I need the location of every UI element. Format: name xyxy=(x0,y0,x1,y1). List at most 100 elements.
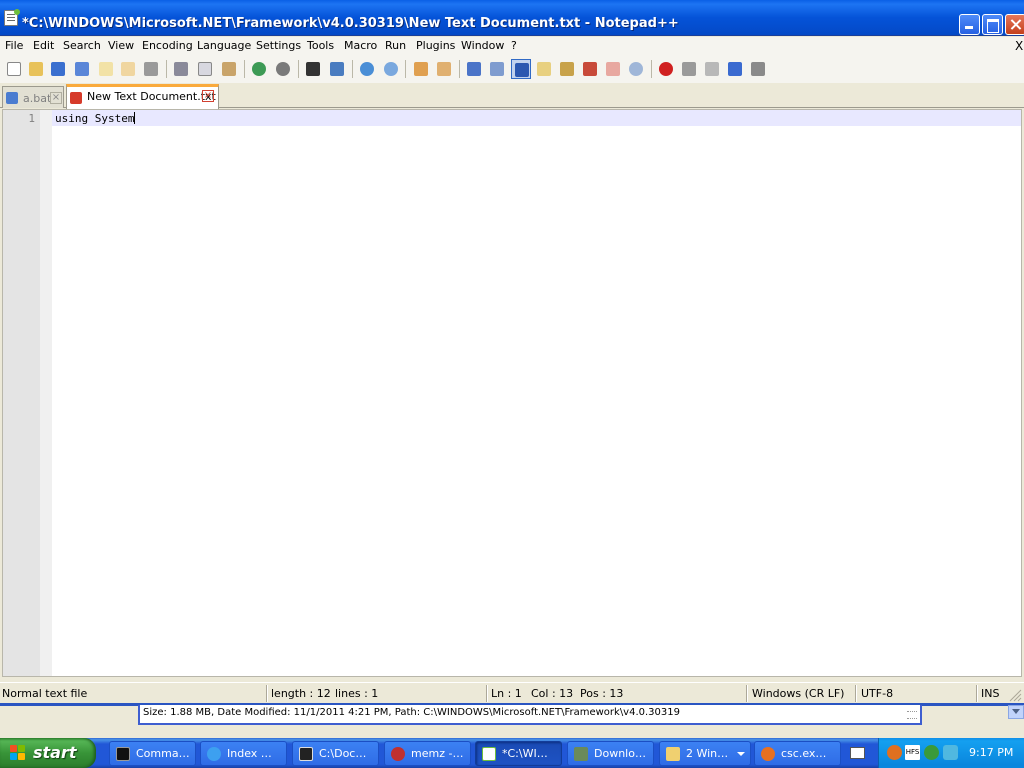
background-window-strip: Size: 1.88 MB, Date Modified: 11/1/2011 … xyxy=(0,703,1024,739)
status-bar: Normal text file length : 12 lines : 1 L… xyxy=(0,682,1024,703)
function-list-icon[interactable] xyxy=(580,59,600,79)
zoom-out-icon[interactable] xyxy=(381,59,401,79)
taskbar-item-downloads[interactable]: Downlo… xyxy=(567,741,654,766)
play-macro-icon[interactable] xyxy=(702,59,722,79)
search-tray-icon[interactable] xyxy=(887,745,902,760)
resize-grip-icon[interactable] xyxy=(1008,688,1022,702)
clock[interactable]: 9:17 PM xyxy=(969,746,1013,759)
tab-a-bat[interactable]: a.bat × xyxy=(2,86,64,108)
sync-vertical-icon[interactable] xyxy=(411,59,431,79)
show-all-chars-icon[interactable] xyxy=(487,59,507,79)
hfs-icon[interactable]: HFS xyxy=(905,745,920,760)
status-divider xyxy=(266,685,268,702)
toolbar-separator xyxy=(166,60,167,78)
taskbar-item-label: Index … xyxy=(227,747,272,760)
taskbar-item-label: csc.ex… xyxy=(781,747,827,760)
save-macro-icon[interactable] xyxy=(748,59,768,79)
keyboard-icon[interactable] xyxy=(850,747,865,759)
tab-bar: a.bat × New Text Document.txt × xyxy=(0,83,1024,109)
status-column: Col : 13 xyxy=(531,687,574,700)
taskbar-item-explorer-group[interactable]: 2 Win… xyxy=(659,741,751,766)
menu-window[interactable]: Window xyxy=(461,39,504,52)
stop-record-icon[interactable] xyxy=(679,59,699,79)
minimize-button[interactable] xyxy=(959,14,980,35)
menu-settings[interactable]: Settings xyxy=(256,39,301,52)
status-eol: Windows (CR LF) xyxy=(752,687,845,700)
menu-plugins[interactable]: Plugins xyxy=(416,39,455,52)
code-line[interactable]: using System xyxy=(55,112,136,125)
line-number: 1 xyxy=(28,112,35,125)
save-all-icon[interactable] xyxy=(72,59,92,79)
taskbar-item-memz[interactable]: memz -… xyxy=(384,741,471,766)
redo-icon[interactable] xyxy=(273,59,293,79)
cut-icon[interactable] xyxy=(171,59,191,79)
close-icon[interactable] xyxy=(96,59,116,79)
menu-encoding[interactable]: Encoding xyxy=(142,39,193,52)
menu-macro[interactable]: Macro xyxy=(344,39,377,52)
close-tab-icon[interactable]: × xyxy=(50,92,62,104)
undo-icon[interactable] xyxy=(249,59,269,79)
taskbar-item-notepadpp[interactable]: *C:\WI… xyxy=(475,741,562,766)
replace-icon[interactable] xyxy=(327,59,347,79)
file-info-tooltip: Size: 1.88 MB, Date Modified: 11/1/2011 … xyxy=(138,705,922,725)
notepadpp-icon[interactable] xyxy=(4,9,20,26)
tab-label: a.bat xyxy=(23,92,52,105)
folder-icon xyxy=(666,747,680,761)
status-divider xyxy=(486,685,488,702)
windows-logo-icon xyxy=(10,745,27,762)
menu-bar: File Edit Search View Encoding Language … xyxy=(0,37,1024,56)
bluetooth-icon[interactable] xyxy=(943,745,958,760)
save-icon[interactable] xyxy=(48,59,68,79)
taskbar-item-label: C:\Doc… xyxy=(319,747,367,760)
folder-workspace-icon[interactable] xyxy=(603,59,623,79)
find-icon[interactable] xyxy=(303,59,323,79)
indent-guide-icon[interactable] xyxy=(511,59,531,79)
window-title: *C:\WINDOWS\Microsoft.NET\Framework\v4.0… xyxy=(22,16,679,31)
editor[interactable]: 1 using System xyxy=(2,109,1022,677)
menu-run[interactable]: Run xyxy=(385,39,406,52)
close-document-button[interactable]: X xyxy=(1015,39,1023,53)
copy-icon[interactable] xyxy=(195,59,215,79)
taskbar-item-command-prompt[interactable]: Comma… xyxy=(109,741,196,766)
close-window-button[interactable] xyxy=(1005,14,1024,35)
toolbar-separator xyxy=(352,60,353,78)
new-file-icon[interactable] xyxy=(4,59,24,79)
status-file-type: Normal text file xyxy=(2,687,88,700)
fold-margin[interactable] xyxy=(40,110,52,676)
taskbar-item-7zip[interactable]: C:\Doc… xyxy=(292,741,379,766)
run-macro-multiple-icon[interactable] xyxy=(725,59,745,79)
print-icon[interactable] xyxy=(141,59,161,79)
record-macro-icon[interactable] xyxy=(656,59,676,79)
close-tab-icon[interactable]: × xyxy=(202,90,214,102)
menu-language[interactable]: Language xyxy=(197,39,251,52)
menu-search[interactable]: Search xyxy=(63,39,101,52)
word-wrap-icon[interactable] xyxy=(464,59,484,79)
status-lines: lines : 1 xyxy=(335,687,379,700)
menu-file[interactable]: File xyxy=(5,39,23,52)
taskbar-item-csc-search[interactable]: csc.ex… xyxy=(754,741,841,766)
tab-new-text-document[interactable]: New Text Document.txt × xyxy=(66,84,219,109)
sync-horizontal-icon[interactable] xyxy=(434,59,454,79)
monitoring-icon[interactable] xyxy=(626,59,646,79)
paste-icon[interactable] xyxy=(219,59,239,79)
taskbar-item-label: memz -… xyxy=(411,747,464,760)
menu-tools[interactable]: Tools xyxy=(307,39,334,52)
search-icon xyxy=(761,747,775,761)
notepadpp-icon xyxy=(482,747,496,761)
udl-icon[interactable] xyxy=(534,59,554,79)
status-divider xyxy=(976,685,978,702)
maximize-button[interactable] xyxy=(982,14,1003,35)
start-button[interactable]: start xyxy=(0,738,96,768)
title-bar[interactable]: *C:\WINDOWS\Microsoft.NET\Framework\v4.0… xyxy=(0,0,1024,36)
scroll-down-button[interactable] xyxy=(1008,705,1024,719)
open-file-icon[interactable] xyxy=(26,59,46,79)
close-all-icon[interactable] xyxy=(118,59,138,79)
menu-view[interactable]: View xyxy=(108,39,134,52)
menu-help[interactable]: ? xyxy=(511,39,517,52)
taskbar-item-internet-explorer[interactable]: Index … xyxy=(200,741,287,766)
doc-map-icon[interactable] xyxy=(557,59,577,79)
command-prompt-icon xyxy=(116,747,130,761)
zoom-in-icon[interactable] xyxy=(357,59,377,79)
menu-edit[interactable]: Edit xyxy=(33,39,54,52)
network-icon[interactable] xyxy=(924,745,939,760)
